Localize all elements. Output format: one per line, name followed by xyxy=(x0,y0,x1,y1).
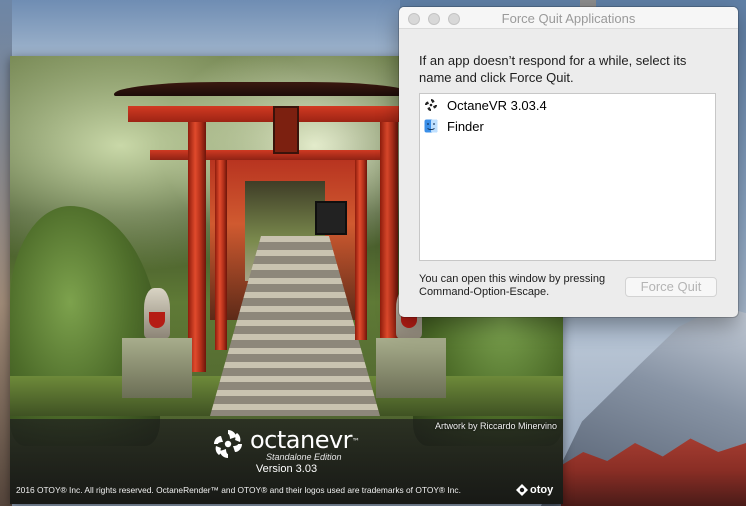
fox-pedestal-right xyxy=(376,338,446,398)
brand-name: octanevr™ xyxy=(250,426,360,454)
force-quit-window: Force Quit Applications If an app doesn’… xyxy=(399,7,738,317)
app-row-finder[interactable]: Finder xyxy=(420,116,715,136)
app-name: OctaneVR 3.03.4 xyxy=(447,97,547,113)
torii-plaque xyxy=(273,106,299,154)
fox-pedestal-left xyxy=(122,338,192,398)
torii-pillar-inner-right xyxy=(355,160,367,340)
hanging-lantern xyxy=(315,201,347,235)
torii-pillar-inner-left xyxy=(215,160,227,350)
otoy-logo: otoy xyxy=(516,483,553,497)
finder-icon xyxy=(424,119,438,133)
torii-pillar-left xyxy=(188,122,206,372)
shortcut-hint: You can open this window by pressing Com… xyxy=(419,273,606,298)
wallpaper-sky-strip xyxy=(0,0,400,56)
torii-lower-beam xyxy=(150,150,390,160)
app-name: Finder xyxy=(447,118,484,134)
brand-edition: Standalone Edition xyxy=(266,452,342,462)
artwork-credit: Artwork by Riccardo Minervino xyxy=(434,421,557,431)
trademark-symbol: ™ xyxy=(352,437,360,446)
octane-logo-icon xyxy=(214,430,242,458)
title-bar[interactable]: Force Quit Applications xyxy=(399,7,738,29)
torii-kasagi xyxy=(114,82,414,96)
fox-bib-left xyxy=(149,312,165,328)
app-list[interactable]: OctaneVR 3.03.4 Finder xyxy=(419,93,716,261)
version-label: Version 3.03 xyxy=(255,463,318,475)
otoy-wordmark: otoy xyxy=(530,484,554,496)
octanevr-brand: octanevr™ Standalone Edition xyxy=(210,426,370,466)
otoy-diamond-icon xyxy=(516,484,528,496)
force-quit-button[interactable]: Force Quit xyxy=(625,277,717,297)
octane-app-icon xyxy=(425,99,437,111)
legal-notice: 2016 OTOY® Inc. All rights reserved. Oct… xyxy=(16,485,461,495)
app-row-octanevr[interactable]: OctaneVR 3.03.4 xyxy=(420,95,715,115)
instruction-text: If an app doesn’t respond for a while, s… xyxy=(419,53,687,85)
window-title: Force Quit Applications xyxy=(501,11,636,26)
torii-beam xyxy=(128,106,400,122)
